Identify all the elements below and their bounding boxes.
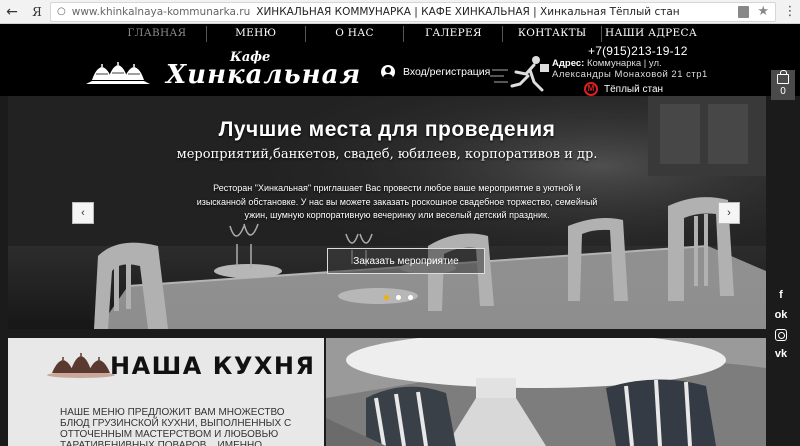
- site-header: ГЛАВНАЯ МЕНЮ О НАС ГАЛЕРЕЯ КОНТАКТЫ НАШИ…: [0, 24, 800, 96]
- hero-subtitle: мероприятий,банкетов, свадеб, юбилеев, к…: [176, 147, 598, 162]
- slider-dot[interactable]: [408, 295, 413, 300]
- nav-item-home[interactable]: ГЛАВНАЯ: [108, 26, 207, 42]
- browser-menu-icon[interactable]: ⋮: [780, 4, 800, 19]
- site-logo[interactable]: Кафе Хинкальная: [80, 48, 360, 94]
- kitchen-title: НАША КУХНЯ: [110, 352, 316, 380]
- reader-mode-icon[interactable]: [738, 5, 750, 18]
- address-domain: www.khinkalnaya-kommunarka.ru: [71, 5, 251, 18]
- nav-item-addresses[interactable]: НАШИ АДРЕСА: [602, 26, 700, 42]
- phone-number[interactable]: +7(915)213-19-12: [588, 44, 688, 58]
- courier-icon: [490, 56, 549, 92]
- address-line-1: Адрес: Коммунарка | ул.: [552, 58, 662, 69]
- hero-description: Ресторан "Хинкальная" приглашает Вас про…: [196, 183, 598, 220]
- login-link[interactable]: Вход/регистрация: [381, 65, 490, 79]
- slider-next-icon[interactable]: ›: [718, 202, 740, 224]
- facebook-icon[interactable]: f: [773, 288, 789, 302]
- dining-room-photo: [326, 338, 766, 446]
- order-event-button[interactable]: Заказать мероприятие: [327, 248, 485, 274]
- instagram-icon[interactable]: [775, 329, 787, 341]
- main-nav: ГЛАВНАЯ МЕНЮ О НАС ГАЛЕРЕЯ КОНТАКТЫ НАШИ…: [108, 26, 700, 42]
- yandex-logo-icon[interactable]: Я: [24, 0, 50, 24]
- address-label: Адрес:: [552, 58, 585, 69]
- nav-item-gallery[interactable]: ГАЛЕРЕЯ: [404, 26, 504, 42]
- metro-icon: М: [584, 82, 598, 96]
- khinkali-icon: [47, 353, 115, 378]
- khinkali-logo-icon: [86, 62, 150, 84]
- kitchen-section: НАША КУХНЯ НАШЕ МЕНЮ ПРЕДЛОЖИТ ВАМ МНОЖЕ…: [8, 338, 324, 446]
- logo-name: Хинкальная: [166, 60, 362, 90]
- metro-label: Тёплый стан: [604, 83, 664, 95]
- vk-icon[interactable]: vk: [773, 347, 789, 361]
- slider-prev-icon[interactable]: ‹: [72, 202, 94, 224]
- browser-toolbar: ← Я ○ www.khinkalnaya-kommunarka.ru ХИНК…: [0, 0, 800, 24]
- cart-button[interactable]: 0: [771, 70, 795, 100]
- nav-item-contacts[interactable]: КОНТАКТЫ: [503, 26, 603, 42]
- kitchen-photo: [326, 338, 766, 446]
- hero-slider: Лучшие места для проведения мероприятий,…: [8, 96, 766, 329]
- kitchen-description: НАШЕ МЕНЮ ПРЕДЛОЖИТ ВАМ МНОЖЕСТВО БЛЮД Г…: [60, 407, 292, 446]
- page-title: ХИНКАЛЬНАЯ КОММУНАРКА | КАФЕ ХИНКАЛЬНАЯ …: [256, 5, 680, 18]
- odnoklassniki-icon[interactable]: ok: [773, 308, 789, 322]
- slider-dot[interactable]: [384, 295, 389, 300]
- login-label: Вход/регистрация: [403, 66, 491, 78]
- back-arrow-icon[interactable]: ←: [0, 0, 24, 24]
- shopping-bag-icon: [777, 70, 789, 84]
- address-text-1: Коммунарка | ул.: [586, 58, 662, 69]
- social-links: f ok vk: [770, 288, 792, 368]
- contact-block: +7(915)213-19-12 Адрес: Коммунарка | ул.…: [548, 44, 708, 96]
- page-info-icon[interactable]: ○: [57, 6, 66, 17]
- bookmark-star-icon[interactable]: ★: [757, 4, 769, 19]
- metro-station: М Тёплый стан: [584, 82, 663, 96]
- cart-count: 0: [780, 86, 786, 97]
- slider-dots: [384, 295, 413, 300]
- nav-item-menu[interactable]: МЕНЮ: [207, 26, 306, 42]
- address-bar[interactable]: ○ www.khinkalnaya-kommunarka.ru ХИНКАЛЬН…: [50, 1, 776, 22]
- slider-dot[interactable]: [396, 295, 401, 300]
- address-text-2: Александры Монаховой 21 стр1: [552, 69, 708, 80]
- nav-item-about[interactable]: О НАС: [306, 26, 405, 42]
- user-icon: [381, 65, 395, 79]
- hero-title: Лучшие места для проведения: [218, 118, 556, 141]
